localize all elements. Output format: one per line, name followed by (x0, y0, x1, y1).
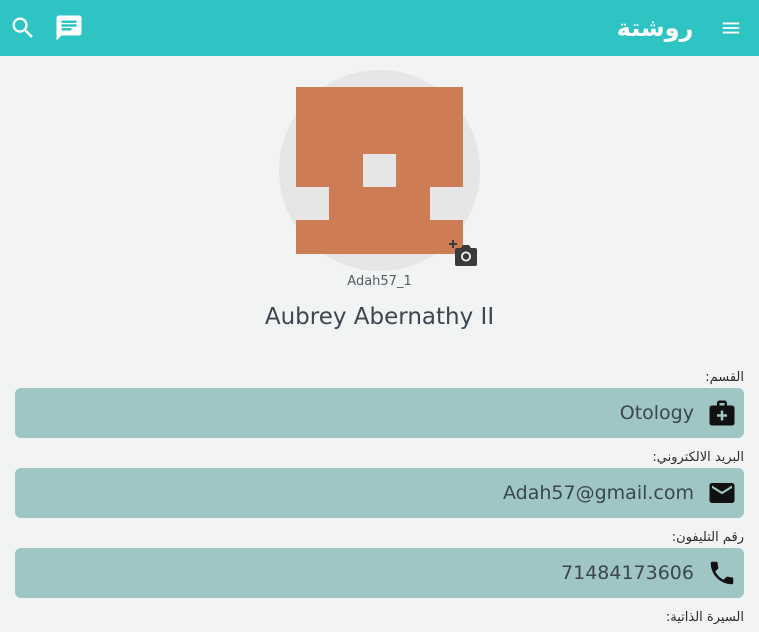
department-label: القسم: (705, 370, 744, 385)
email-value: Adah57@gmail.com (503, 482, 694, 504)
phone-value: 71484173606 (561, 562, 694, 584)
messages-button[interactable] (53, 12, 85, 44)
chat-icon (56, 15, 82, 41)
add-photo-icon (449, 240, 477, 266)
profile-username: Adah57_1 (347, 274, 412, 289)
change-photo-button[interactable] (448, 240, 478, 268)
email-field[interactable]: Adah57@gmail.com (15, 468, 744, 518)
profile-full-name: Aubrey Abernathy II (264, 304, 495, 330)
search-button[interactable] (7, 12, 39, 44)
search-icon (12, 17, 33, 38)
identicon-image (296, 87, 463, 254)
email-label: البريد الالكتروني: (652, 450, 744, 465)
medical-bag-icon (709, 400, 735, 426)
app-brand-title: روشتة (616, 14, 694, 42)
bio-label: السيرة الذاتية: (665, 610, 744, 625)
email-icon (709, 483, 735, 503)
department-value: Otology (619, 402, 694, 424)
phone-icon (710, 561, 734, 585)
phone-label: رقم التليفون: (671, 530, 744, 545)
phone-field[interactable]: 71484173606 (15, 548, 744, 598)
menu-button[interactable] (715, 12, 747, 44)
menu-icon (722, 22, 740, 34)
app-bar: روشتة (0, 0, 759, 56)
department-field[interactable]: Otology (15, 388, 744, 438)
